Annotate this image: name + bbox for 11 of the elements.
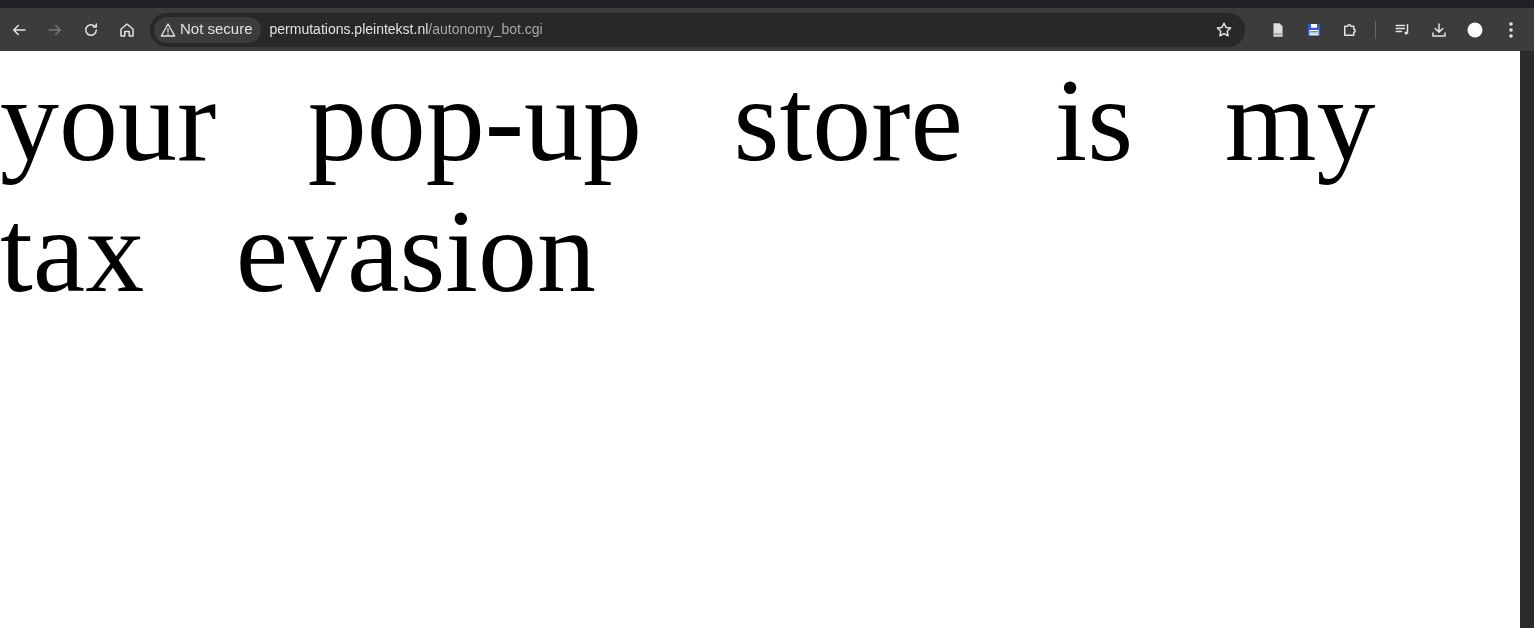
home-icon xyxy=(118,20,136,39)
star-icon xyxy=(1215,20,1233,39)
menu-icon xyxy=(1509,21,1513,38)
security-chip[interactable]: Not secure xyxy=(154,16,261,43)
url-text: permutations.pleintekst.nl/autonomy_bot.cgi xyxy=(269,20,544,39)
avatar-icon xyxy=(1466,20,1484,39)
address-bar[interactable]: Not secure permutations.pleintekst.nl/autonomy_bot.cgi xyxy=(150,12,1245,47)
reload-icon xyxy=(82,20,100,39)
warning-icon xyxy=(160,21,176,38)
download-icon xyxy=(1430,20,1448,39)
page-text: your pop-up store is my tax evasion xyxy=(0,55,1376,317)
